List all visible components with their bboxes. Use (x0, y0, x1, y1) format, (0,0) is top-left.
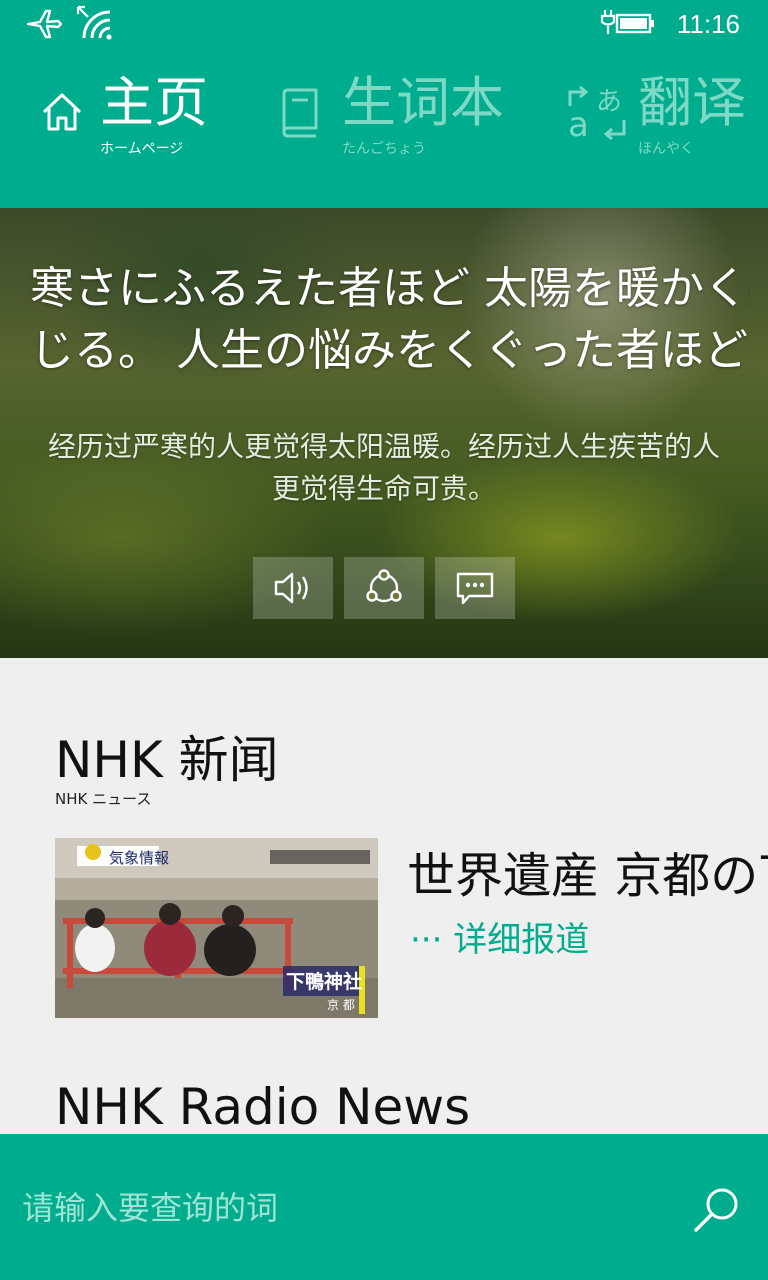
news-thumbnail-image: 気象情報 下鴨神社 京 都 (55, 838, 378, 1018)
nav-wordbook-sub: たんごちょう (342, 141, 426, 157)
daily-sentence-chinese: 经历过严寒的人更觉得太阳温暖。经历过人生疾苦的人更觉得生命可贵。 (47, 430, 720, 505)
nav-translate-label: 翻译 (638, 71, 746, 134)
svg-text:あ: あ (596, 87, 622, 117)
svg-text:a: a (568, 105, 589, 140)
top-nav: 主页 ホームページ 生词本 たんごちょう あ a 翻译 ほんやく (0, 60, 768, 170)
news-headline[interactable]: 世界遺産 京都の下 (407, 836, 768, 906)
news-detail-link[interactable]: ··· 详细报道 (410, 912, 589, 961)
nav-wordbook-label: 生词本 (342, 71, 504, 134)
nav-item-translate[interactable]: あ a 翻译 ほんやく (568, 60, 758, 170)
news-section-subtitle: NHK ニュース (55, 790, 152, 808)
share-button[interactable] (344, 557, 424, 619)
share-icon (366, 569, 402, 603)
news-thumbnail[interactable]: 気象情報 下鴨神社 京 都 (55, 838, 378, 1018)
top-header: 11:16 主页 ホームページ 生词本 たんごちょう あ a 翻译 ほんやく (0, 0, 768, 208)
news-section-title: NHK 新闻 (55, 731, 279, 789)
battery-charging-icon (600, 10, 654, 34)
thumb-caption-kyoto: 京 都 (327, 998, 355, 1012)
comment-button[interactable] (435, 557, 515, 619)
wifi-icon (76, 5, 112, 40)
search-input[interactable] (22, 1180, 662, 1236)
search-icon[interactable] (692, 1186, 740, 1234)
thumb-caption-weather: 気象情報 (109, 849, 169, 867)
nav-item-wordbook[interactable]: 生词本 たんごちょう (280, 60, 520, 170)
speaker-icon (274, 572, 308, 604)
nav-home-sub: ホームページ (100, 141, 184, 157)
book-icon (282, 88, 318, 138)
thumb-caption-shrine: 下鴨神社 (286, 970, 362, 993)
japanese-line-2: じる。 人生の悩みをくぐった者ほど 生 (30, 325, 750, 376)
status-bar: 11:16 (0, 0, 768, 48)
nav-home-label: 主页 (100, 71, 208, 134)
translate-icon: あ a (568, 85, 626, 140)
daily-sentence-japanese: 寒さにふるえた者ほど 太陽を暖かく感 じる。 人生の悩みをくぐった者ほど 生 (30, 258, 750, 388)
clock: 11:16 (676, 9, 740, 39)
home-icon (42, 93, 82, 131)
airplane-mode-icon (26, 9, 62, 39)
nav-item-home[interactable]: 主页 ホームページ (40, 60, 240, 170)
search-bar (0, 1134, 768, 1280)
play-audio-button[interactable] (253, 557, 333, 619)
daily-sentence-card: 寒さにふるえた者ほど 太陽を暖かく感 じる。 人生の悩みをくぐった者ほど 生 经… (0, 208, 768, 658)
japanese-line-1: 寒さにふるえた者ほど 太陽を暖かく感 (30, 263, 750, 314)
nav-translate-sub: ほんやく (638, 141, 694, 157)
radio-section-title: NHK Radio News (55, 1078, 471, 1136)
comment-icon (456, 572, 494, 605)
